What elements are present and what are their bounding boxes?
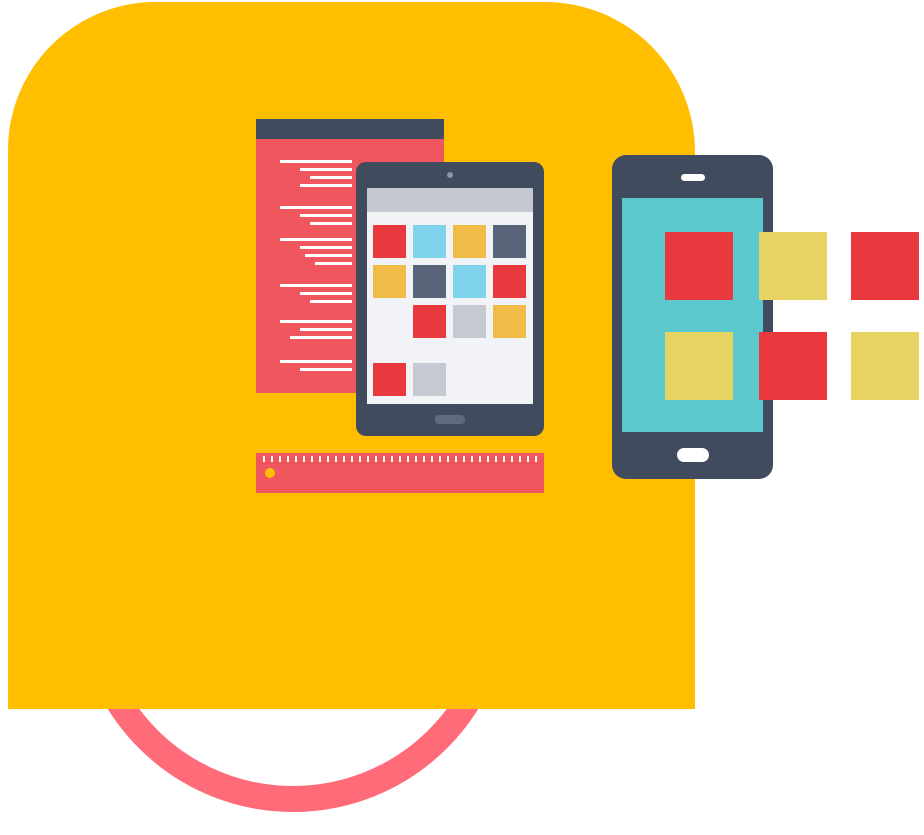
ruler-icon: [256, 453, 544, 493]
responsive-design-illustration: [7, 2, 919, 812]
illustration-canvas: [0, 0, 924, 835]
tablet-icon: [356, 162, 544, 436]
smartphone-icon: [612, 155, 773, 479]
